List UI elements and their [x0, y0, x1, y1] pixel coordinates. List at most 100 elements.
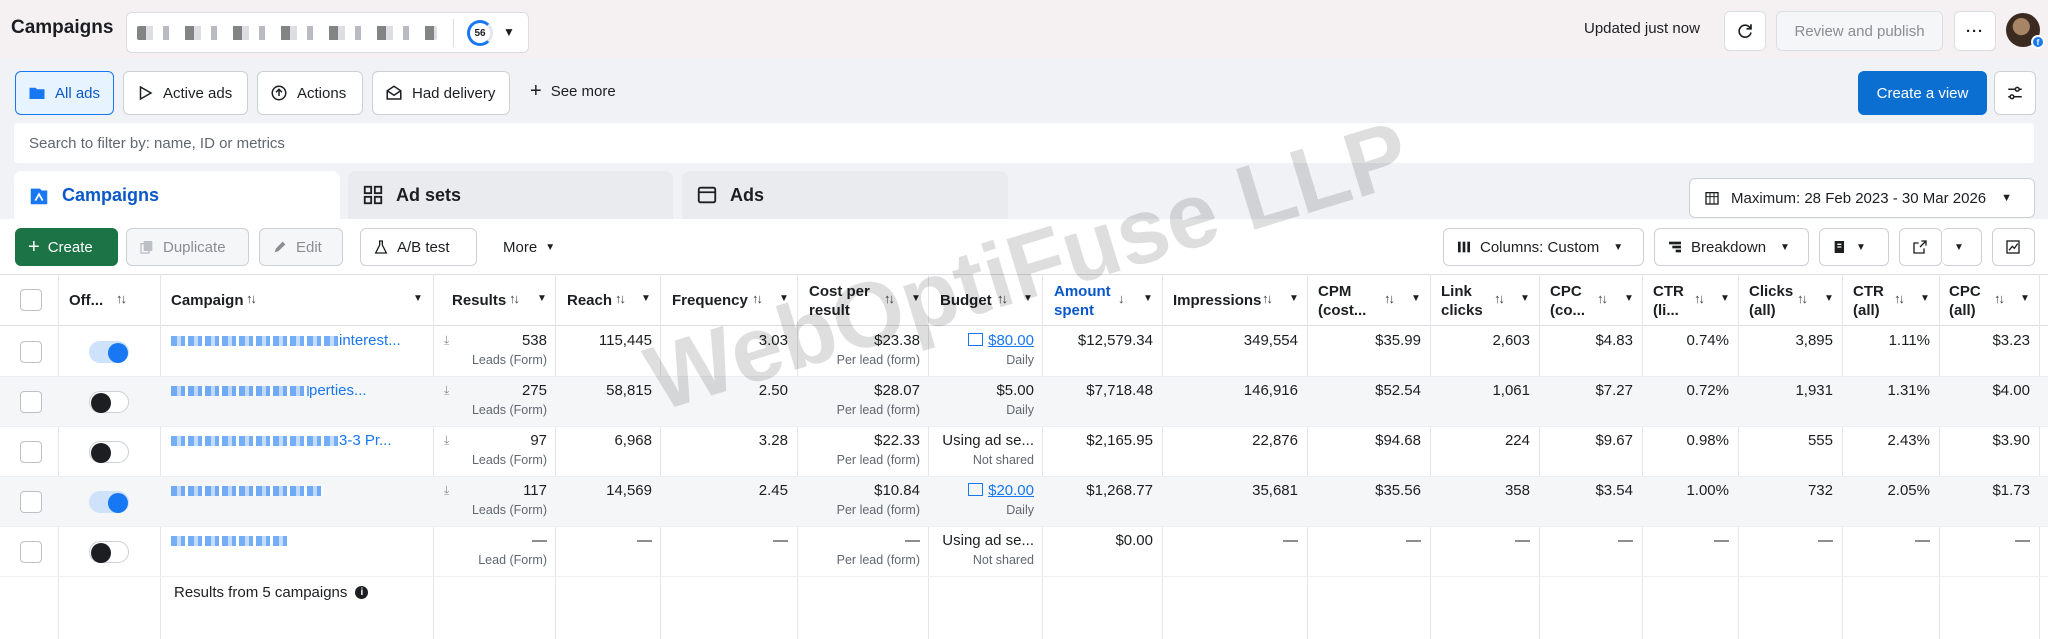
tab-ad-sets[interactable]: Ad sets: [348, 171, 673, 219]
sort-icon[interactable]: ↑↓: [1494, 291, 1505, 306]
sort-icon[interactable]: ↑↓: [116, 291, 127, 306]
sort-icon[interactable]: ↑↓: [1694, 291, 1705, 306]
col-campaign[interactable]: Campaign: [171, 291, 244, 310]
duplicate-button[interactable]: Duplicate: [126, 228, 249, 266]
row-checkbox[interactable]: [20, 541, 42, 563]
row-checkbox[interactable]: [20, 341, 42, 363]
breakdown-dropdown[interactable]: Breakdown ▼: [1654, 228, 1809, 266]
col-budget[interactable]: Budget: [940, 291, 992, 310]
budget-type: Not shared: [972, 553, 1034, 567]
edit-button[interactable]: Edit: [259, 228, 343, 266]
date-range-picker[interactable]: Maximum: 28 Feb 2023 - 30 Mar 2026 ▼: [1689, 178, 2035, 218]
chevron-down-icon[interactable]: ▼: [1920, 293, 1930, 304]
row-checkbox[interactable]: [20, 491, 42, 513]
budget-link[interactable]: $80.00: [968, 332, 1034, 349]
col-ctr-all[interactable]: CTR (all): [1853, 282, 1884, 320]
export-button[interactable]: [1899, 228, 1942, 266]
export-options-button[interactable]: ▼: [1942, 228, 1982, 266]
chevron-down-icon[interactable]: ▼: [537, 293, 547, 304]
refresh-button[interactable]: [1724, 11, 1766, 51]
chevron-down-icon[interactable]: ▼: [1520, 293, 1530, 304]
col-cpc-all[interactable]: CPC (all): [1949, 282, 1981, 320]
campaign-toggle[interactable]: [89, 391, 129, 413]
campaign-toggle[interactable]: [89, 341, 129, 363]
ab-test-button[interactable]: A/B test: [360, 228, 477, 266]
search-input[interactable]: [14, 123, 2034, 163]
chevron-down-icon[interactable]: ▼: [1143, 293, 1153, 304]
pencil-icon: [274, 241, 286, 253]
col-cpc[interactable]: CPC (co...: [1550, 282, 1585, 320]
see-more-button[interactable]: + See more: [530, 81, 616, 101]
tab-ads[interactable]: Ads: [682, 171, 1008, 219]
campaign-toggle[interactable]: [89, 441, 129, 463]
sort-icon[interactable]: ↑↓: [1994, 291, 2005, 306]
budget-link[interactable]: $20.00: [968, 482, 1034, 499]
sort-icon[interactable]: ↑↓: [1894, 291, 1905, 306]
chevron-down-icon[interactable]: ▼: [1720, 293, 1730, 304]
sort-icon[interactable]: ↑↓: [1797, 291, 1808, 306]
columns-dropdown[interactable]: Columns: Custom ▼: [1443, 228, 1644, 266]
chevron-down-icon[interactable]: ▼: [911, 293, 921, 304]
col-cost-per-result[interactable]: Cost per result: [809, 282, 870, 320]
sort-icon[interactable]: ↑↓: [1384, 291, 1395, 306]
sort-icon[interactable]: ↑↓: [752, 291, 763, 306]
opportunity-score-badge[interactable]: 56: [467, 20, 493, 46]
chevron-down-icon[interactable]: ▼: [641, 293, 651, 304]
sort-icon[interactable]: ↑↓: [1262, 291, 1273, 306]
select-all-checkbox[interactable]: [20, 289, 42, 311]
campaign-name-link[interactable]: perties...: [171, 382, 421, 399]
chevron-down-icon[interactable]: ▼: [779, 293, 789, 304]
chevron-down-icon[interactable]: ▼: [1023, 293, 1033, 304]
view-had-delivery[interactable]: Had delivery: [372, 71, 510, 115]
col-ctr-link[interactable]: CTR (li...: [1653, 282, 1684, 320]
more-dropdown[interactable]: More ▼: [491, 228, 571, 266]
campaign-toggle[interactable]: [89, 541, 129, 563]
chevron-down-icon[interactable]: ▼: [1624, 293, 1634, 304]
sort-icon[interactable]: ↑↓: [246, 291, 257, 306]
sort-icon[interactable]: ↑↓: [615, 291, 626, 306]
col-reach[interactable]: Reach: [567, 291, 612, 310]
chevron-down-icon[interactable]: ▼: [2020, 293, 2030, 304]
chevron-down-icon[interactable]: ▼: [1824, 293, 1834, 304]
col-frequency[interactable]: Frequency: [672, 291, 748, 310]
reports-dropdown[interactable]: ▼: [1819, 228, 1889, 266]
col-clicks-all[interactable]: Clicks (all): [1749, 282, 1793, 320]
sort-icon[interactable]: ↑↓: [1597, 291, 1608, 306]
sort-descending-icon[interactable]: ↓: [1118, 291, 1125, 306]
sort-icon[interactable]: ↑↓: [997, 291, 1008, 306]
create-button[interactable]: + Create: [15, 228, 118, 266]
campaign-name-link[interactable]: [171, 482, 421, 499]
link-clicks-value: 358: [1504, 482, 1530, 499]
campaign-toggle[interactable]: [89, 491, 129, 513]
chevron-down-icon[interactable]: ▼: [1411, 293, 1421, 304]
view-actions[interactable]: Actions: [257, 71, 363, 115]
col-amount-spent[interactable]: Amount spent: [1054, 282, 1111, 320]
more-options-button[interactable]: ···: [1954, 11, 1996, 51]
campaign-name-link[interactable]: interest...: [171, 332, 421, 349]
row-checkbox[interactable]: [20, 441, 42, 463]
campaign-name-link[interactable]: 3-3 Pr...: [171, 432, 421, 449]
row-checkbox[interactable]: [20, 391, 42, 413]
chevron-down-icon: ▼: [545, 241, 556, 253]
view-active-ads[interactable]: Active ads: [123, 71, 248, 115]
chevron-down-icon: ▼: [2001, 192, 2013, 204]
chevron-down-icon[interactable]: ▼: [1289, 293, 1299, 304]
charts-button[interactable]: [1992, 228, 2035, 266]
chevron-down-icon[interactable]: ▼: [413, 293, 423, 304]
col-cpm[interactable]: CPM (cost...: [1318, 282, 1366, 320]
col-results[interactable]: Results: [452, 291, 506, 310]
tab-campaigns[interactable]: Campaigns: [14, 171, 340, 220]
sort-icon[interactable]: ↑↓: [884, 291, 895, 306]
chevron-down-icon[interactable]: ▼: [503, 25, 515, 39]
account-selector[interactable]: 56 ▼: [126, 12, 529, 53]
sort-icon[interactable]: ↑↓: [509, 291, 520, 306]
customize-views-button[interactable]: [1994, 71, 2036, 115]
col-impressions[interactable]: Impressions: [1173, 291, 1261, 310]
info-icon[interactable]: i: [355, 586, 369, 599]
create-view-button[interactable]: Create a view: [1858, 71, 1987, 115]
col-off[interactable]: Off...: [69, 291, 103, 310]
review-and-publish-button[interactable]: Review and publish: [1776, 11, 1943, 51]
view-all-ads[interactable]: All ads: [15, 71, 114, 115]
campaign-name-link[interactable]: [171, 532, 421, 549]
col-link-clicks[interactable]: Link clicks: [1441, 282, 1483, 320]
